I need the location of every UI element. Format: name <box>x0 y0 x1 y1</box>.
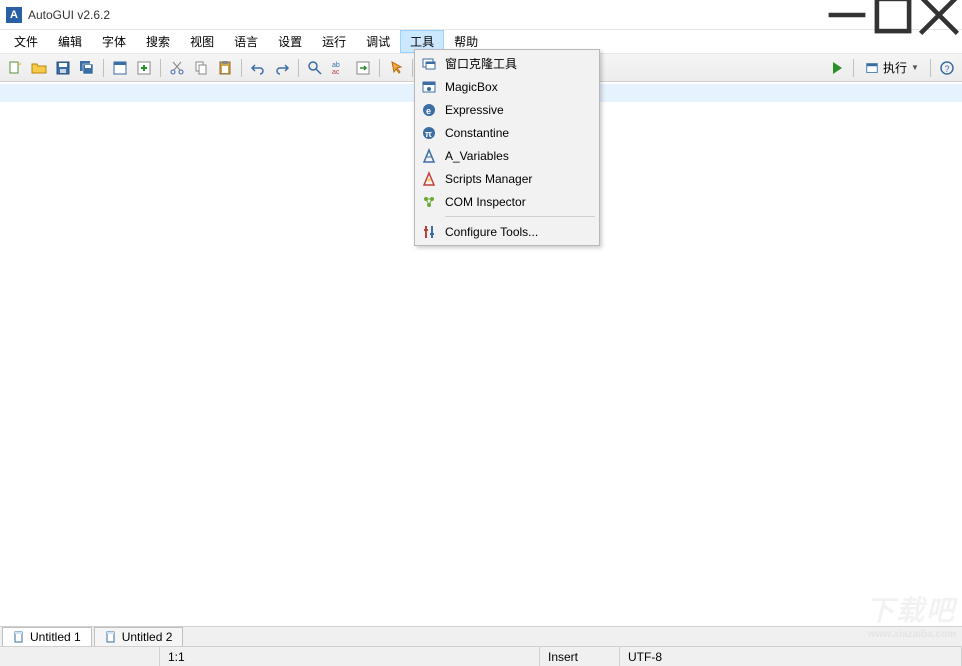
title-bar: A AutoGUI v2.6.2 <box>0 0 962 30</box>
toolbar-separator <box>379 59 380 77</box>
goto-icon[interactable] <box>352 57 374 79</box>
document-icon <box>13 631 25 643</box>
add-control-icon[interactable] <box>133 57 155 79</box>
menu-item-avariables[interactable]: A_Variables <box>417 144 597 167</box>
menu-item-label: A_Variables <box>445 149 509 163</box>
toolbar-separator <box>160 59 161 77</box>
maximize-button[interactable] <box>870 0 916 29</box>
menu-font[interactable]: 字体 <box>92 30 136 53</box>
save-all-icon[interactable] <box>76 57 98 79</box>
menu-item-label: Configure Tools... <box>445 225 538 239</box>
status-position: 1:1 <box>160 647 540 666</box>
svg-text:ab: ab <box>332 62 340 69</box>
menu-separator <box>445 216 595 217</box>
window-controls <box>824 0 962 29</box>
execute-label: 执行 <box>883 59 907 76</box>
magicbox-icon <box>421 79 437 95</box>
save-icon[interactable] <box>52 57 74 79</box>
document-icon <box>105 631 117 643</box>
status-bar: 1:1 Insert UTF-8 <box>0 646 962 666</box>
app-icon: A <box>6 7 22 23</box>
menu-language[interactable]: 语言 <box>224 30 268 53</box>
status-encoding: UTF-8 <box>620 647 962 666</box>
menu-item-label: Scripts Manager <box>445 172 532 186</box>
run-icon[interactable] <box>826 57 848 79</box>
menu-file[interactable]: 文件 <box>4 30 48 53</box>
menu-settings[interactable]: 设置 <box>268 30 312 53</box>
cut-icon[interactable] <box>166 57 188 79</box>
toolbar-separator <box>853 59 854 77</box>
redo-icon[interactable] <box>271 57 293 79</box>
menu-run[interactable]: 运行 <box>312 30 356 53</box>
undo-icon[interactable] <box>247 57 269 79</box>
minimize-button[interactable] <box>824 0 870 29</box>
execute-icon <box>865 61 879 75</box>
menu-debug[interactable]: 调试 <box>356 30 400 53</box>
replace-icon[interactable]: abac <box>328 57 350 79</box>
copy-icon[interactable] <box>190 57 212 79</box>
document-tabs: Untitled 1 Untitled 2 <box>0 626 962 646</box>
tab-untitled-2[interactable]: Untitled 2 <box>94 627 184 646</box>
execute-button[interactable]: 执行 ▼ <box>859 57 925 79</box>
scripts-icon <box>421 171 437 187</box>
constantine-icon: π <box>421 125 437 141</box>
menu-item-window-clone[interactable]: 窗口克隆工具 <box>417 52 597 75</box>
menu-item-magicbox[interactable]: MagicBox <box>417 75 597 98</box>
status-spacer <box>0 647 160 666</box>
help-icon[interactable]: ? <box>936 57 958 79</box>
tab-untitled-1[interactable]: Untitled 1 <box>2 627 92 646</box>
find-icon[interactable] <box>304 57 326 79</box>
svg-text:ac: ac <box>332 69 340 76</box>
menu-item-label: 窗口克隆工具 <box>445 55 517 72</box>
svg-text:π: π <box>425 129 432 139</box>
tab-label: Untitled 2 <box>122 630 173 644</box>
menu-item-expressive[interactable]: e Expressive <box>417 98 597 121</box>
menu-search[interactable]: 搜索 <box>136 30 180 53</box>
com-icon <box>421 194 437 210</box>
toolbar-separator <box>412 59 413 77</box>
form-icon[interactable] <box>109 57 131 79</box>
menu-item-configure-tools[interactable]: Configure Tools... <box>417 220 597 243</box>
menu-view[interactable]: 视图 <box>180 30 224 53</box>
menu-edit[interactable]: 编辑 <box>48 30 92 53</box>
chevron-down-icon: ▼ <box>911 63 919 72</box>
toolbar-separator <box>103 59 104 77</box>
menu-item-label: COM Inspector <box>445 195 526 209</box>
open-folder-icon[interactable] <box>28 57 50 79</box>
toolbar-separator <box>930 59 931 77</box>
window-clone-icon <box>421 56 437 72</box>
status-mode: Insert <box>540 647 620 666</box>
tab-label: Untitled 1 <box>30 630 81 644</box>
svg-text:?: ? <box>945 64 950 74</box>
window-title: AutoGUI v2.6.2 <box>28 8 824 22</box>
menu-item-label: MagicBox <box>445 80 498 94</box>
paste-icon[interactable] <box>214 57 236 79</box>
avariables-icon <box>421 148 437 164</box>
configure-icon <box>421 224 437 240</box>
close-button[interactable] <box>916 0 962 29</box>
menu-item-constantine[interactable]: π Constantine <box>417 121 597 144</box>
menu-item-label: Expressive <box>445 103 504 117</box>
expressive-icon: e <box>421 102 437 118</box>
menu-item-com-inspector[interactable]: COM Inspector <box>417 190 597 213</box>
menu-item-scripts-manager[interactable]: Scripts Manager <box>417 167 597 190</box>
tools-dropdown: 窗口克隆工具 MagicBox e Expressive π Constanti… <box>414 49 600 246</box>
svg-text:e: e <box>426 106 431 116</box>
toolbar-separator <box>298 59 299 77</box>
new-file-icon[interactable] <box>4 57 26 79</box>
menu-item-label: Constantine <box>445 126 509 140</box>
toolbar-separator <box>241 59 242 77</box>
pointer-icon[interactable] <box>385 57 407 79</box>
